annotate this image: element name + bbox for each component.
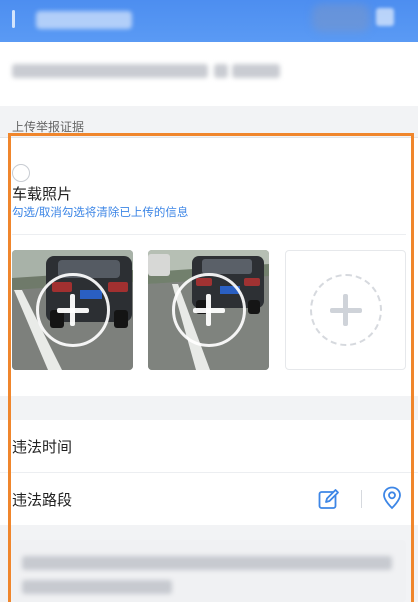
header-bar (0, 0, 418, 42)
photo-card-hint: 勾选/取消勾选将清除已上传的信息 (12, 205, 189, 219)
photo-select-radio[interactable] (12, 164, 30, 182)
back-icon[interactable] (12, 10, 15, 28)
add-photo-plus-icon[interactable] (35, 273, 110, 347)
photo-card-title: 车载照片 (12, 185, 73, 203)
violation-road-label: 违法路段 (12, 491, 73, 509)
blurred-header-icon[interactable] (376, 8, 394, 26)
uploaded-photo-2[interactable] (148, 250, 269, 370)
violation-time-label: 违法时间 (12, 438, 73, 456)
blurred-page-title (36, 11, 132, 29)
plus-icon (309, 274, 382, 346)
edit-icon[interactable] (318, 488, 340, 510)
violation-time-row[interactable]: 违法时间 (0, 420, 418, 472)
divider (361, 490, 362, 508)
violation-road-row[interactable]: 违法路段 (0, 473, 418, 525)
blurred-text (12, 64, 208, 78)
blurred-text (232, 64, 280, 78)
section-label: 上传举报证据 (12, 120, 85, 134)
add-photo-slot[interactable] (285, 250, 406, 370)
map-pin-icon[interactable] (382, 486, 402, 510)
blurred-info-strip (0, 42, 418, 106)
blurred-text (22, 556, 392, 570)
blurred-text (22, 580, 172, 594)
blurred-address-field[interactable] (12, 540, 406, 602)
divider (12, 234, 406, 235)
blurred-header-action[interactable] (312, 4, 370, 32)
add-photo-plus-icon[interactable] (171, 273, 246, 347)
blurred-text (214, 64, 228, 78)
uploaded-photo-1[interactable] (12, 250, 133, 370)
